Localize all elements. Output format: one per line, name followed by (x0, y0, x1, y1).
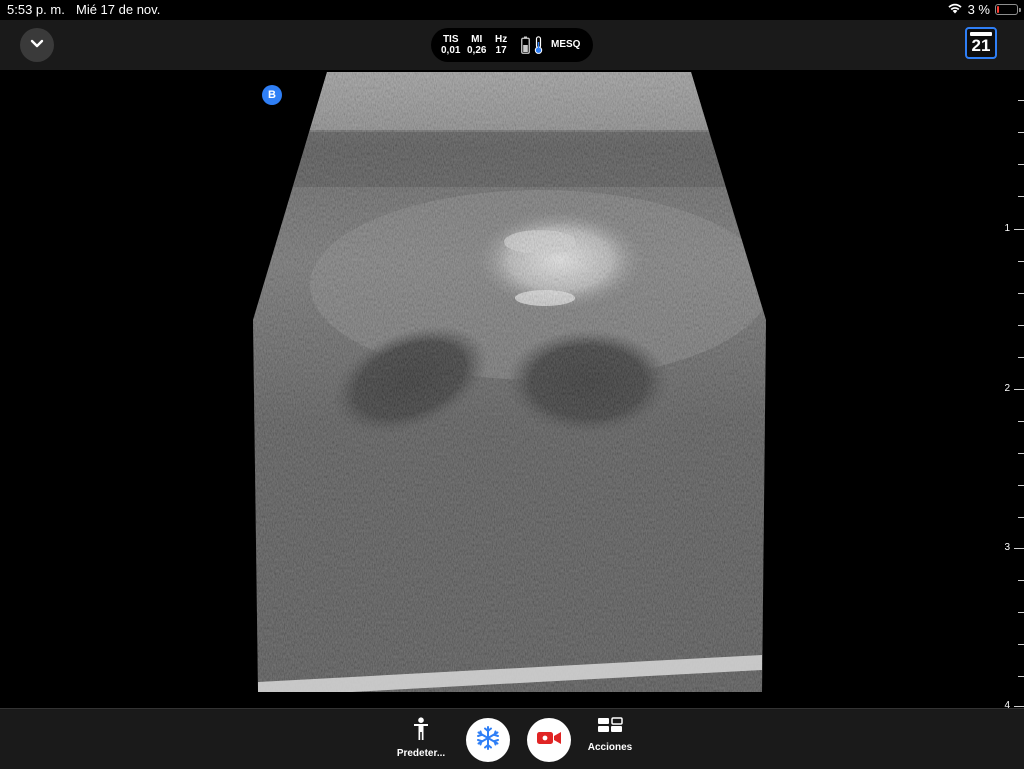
hz-label: Hz (495, 34, 508, 45)
tis-readout: TIS 0,01 (441, 34, 460, 56)
status-bar: 5:53 p. m. Mié 17 de nov. 3 % (0, 0, 1024, 20)
calendar-button[interactable]: 21 (965, 27, 997, 59)
preset-tag: MESQ (551, 39, 581, 50)
chevron-down-icon (30, 36, 44, 54)
mi-value: 0,26 (467, 45, 487, 56)
wifi-icon (947, 2, 963, 17)
video-camera-icon (536, 730, 562, 751)
b-mode-badge: B (262, 85, 282, 105)
ultrasound-view[interactable]: B 1 2 3 4 (0, 70, 1024, 711)
status-time: 5:53 p. m. (7, 2, 65, 17)
freeze-button[interactable] (466, 718, 510, 762)
actions-label: Acciones (587, 742, 633, 753)
record-button[interactable] (527, 718, 571, 762)
tis-label: TIS (442, 34, 459, 45)
depth-scale: 1 2 3 4 (990, 70, 1024, 711)
depth-label-3: 3 (1004, 542, 1010, 553)
probe-status-icons (521, 36, 543, 57)
top-bar: TIS 0,01 MI 0,26 Hz 17 MESQ 21 (0, 20, 1024, 70)
depth-label-1: 1 (1004, 223, 1010, 234)
tis-value: 0,01 (441, 45, 461, 56)
acoustic-readout[interactable]: TIS 0,01 MI 0,26 Hz 17 MESQ (431, 28, 593, 62)
status-date: Mié 17 de nov. (76, 2, 161, 17)
status-right: 3 % (947, 2, 1021, 17)
person-icon (411, 717, 431, 745)
thermometer-icon (534, 36, 543, 57)
snowflake-icon (475, 725, 501, 756)
depth-label-2: 2 (1004, 383, 1010, 394)
battery-percent: 3 % (967, 2, 990, 17)
collapse-button[interactable] (20, 28, 54, 62)
battery-level-icon (521, 36, 530, 57)
mi-label: MI (471, 34, 483, 45)
preset-label: Predeter... (396, 748, 446, 759)
mi-readout: MI 0,26 (467, 34, 486, 56)
hz-readout: Hz 17 (495, 34, 507, 56)
bottom-toolbar: Predeter... Acciones (0, 708, 1024, 769)
battery-icon (995, 4, 1021, 15)
actions-button[interactable]: Acciones (582, 717, 638, 753)
ultrasound-image (253, 72, 766, 692)
calendar-day: 21 (971, 36, 991, 55)
preset-button[interactable]: Predeter... (391, 717, 451, 759)
hz-value: 17 (495, 45, 507, 56)
layout-grid-icon (597, 717, 623, 737)
